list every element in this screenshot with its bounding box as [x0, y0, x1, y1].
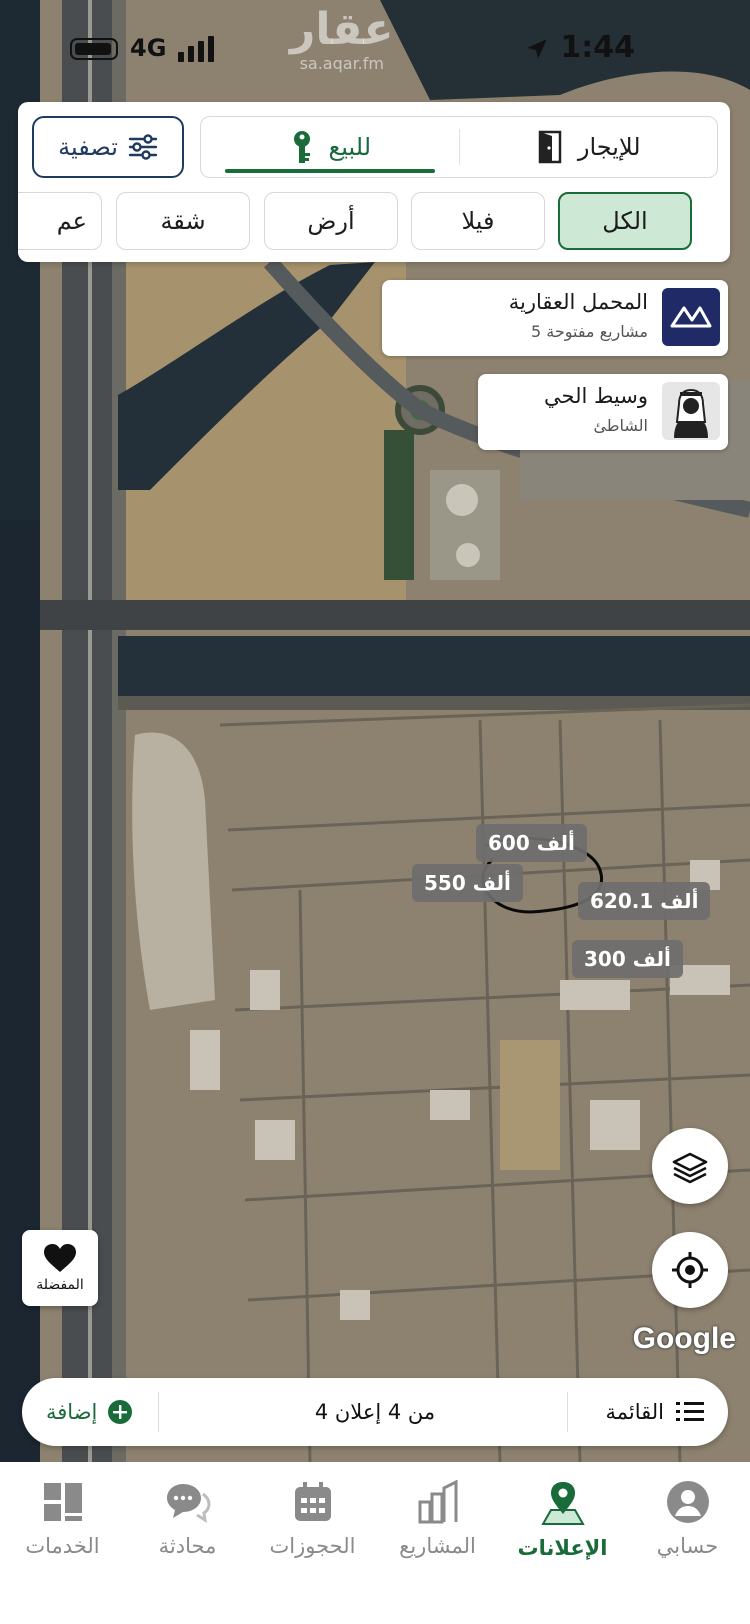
profile-icon	[666, 1481, 709, 1523]
door-icon	[538, 130, 562, 164]
crosshair-icon	[672, 1252, 708, 1288]
google-attribution: Google	[632, 1322, 736, 1355]
add-listing-button[interactable]: إضافة	[46, 1378, 133, 1446]
clock: 1:44	[560, 30, 635, 65]
price-marker-label: 620.1 ألف	[590, 889, 699, 913]
chip-building-label: عم	[56, 207, 87, 235]
price-marker[interactable]: 300 ألف	[572, 940, 683, 978]
filter-card: تصفية للإيجار للبيع الكل فيلا أرض شقة عم	[18, 102, 730, 262]
sliders-icon	[128, 134, 158, 160]
listing-type-segmented: للإيجار للبيع	[200, 116, 718, 178]
tab-bookings[interactable]: الحجوزات	[250, 1462, 375, 1624]
developer-logo	[662, 288, 720, 346]
developer-logo-icon	[670, 306, 712, 328]
tab-for-sale-label: للبيع	[328, 133, 371, 161]
watermark-logo: عقار	[290, 4, 394, 55]
bottom-tab-bar: حسابي الإعلانات المشاريع الحجوزات محادثة…	[0, 1462, 750, 1624]
chip-apartment[interactable]: شقة	[116, 192, 250, 250]
chip-all-label: الكل	[602, 207, 648, 235]
price-marker-label: 550 ألف	[424, 871, 511, 895]
price-marker-label: 300 ألف	[584, 947, 671, 971]
agent-title: وسيط الحي	[544, 384, 648, 408]
chip-building[interactable]: عم	[18, 192, 102, 250]
layers-icon	[672, 1152, 708, 1184]
chip-all[interactable]: الكل	[558, 192, 692, 250]
chat-icon	[166, 1484, 211, 1523]
developer-name: المحمل العقارية	[508, 290, 648, 314]
listing-action-bar: القائمة 4 من 4 إعلان إضافة	[22, 1378, 728, 1446]
add-listing-label: إضافة	[46, 1400, 98, 1424]
tab-for-rent-label: للإيجار	[577, 133, 641, 161]
map-pin-icon	[540, 1482, 585, 1525]
aqar-watermark: عقار sa.aqar.fm	[290, 4, 394, 74]
chip-apartment-label: شقة	[160, 207, 206, 235]
buildings-icon	[418, 1480, 457, 1524]
tab-services-label: الخدمات	[25, 1534, 100, 1558]
chip-villa[interactable]: فيلا	[411, 192, 545, 250]
tab-bookings-label: الحجوزات	[269, 1534, 356, 1558]
chip-land-label: أرض	[307, 207, 355, 235]
heart-icon	[44, 1244, 76, 1272]
price-marker[interactable]: 550 ألف	[412, 864, 523, 902]
tab-chat-label: محادثة	[158, 1534, 217, 1558]
network-type: 4G	[130, 34, 167, 62]
project-developer-card[interactable]: المحمل العقارية 5 مشاريع مفتوحة	[382, 280, 728, 356]
favorites-button[interactable]: المفضلة	[22, 1230, 98, 1306]
favorites-label: المفضلة	[36, 1277, 84, 1293]
watermark-url: sa.aqar.fm	[299, 54, 384, 73]
signal-icon	[178, 36, 222, 62]
tab-services[interactable]: الخدمات	[0, 1462, 125, 1624]
tab-listings-label: الإعلانات	[517, 1536, 608, 1560]
price-marker-label: 600 ألف	[488, 831, 575, 855]
agent-avatar	[662, 382, 720, 440]
developer-projects-count: 5 مشاريع مفتوحة	[531, 322, 648, 341]
filter-button[interactable]: تصفية	[32, 116, 184, 178]
chip-land[interactable]: أرض	[264, 192, 398, 250]
neighborhood-agent-card[interactable]: وسيط الحي الشاطئ	[478, 374, 728, 450]
category-chips: الكل فيلا أرض شقة عم	[18, 192, 730, 254]
tab-for-rent[interactable]: للإيجار	[460, 117, 718, 177]
tab-projects[interactable]: المشاريع	[375, 1462, 500, 1624]
battery-icon	[70, 38, 118, 60]
tab-listings[interactable]: الإعلانات	[500, 1462, 625, 1624]
price-marker[interactable]: 620.1 ألف	[578, 882, 711, 920]
tab-profile[interactable]: حسابي	[625, 1462, 750, 1624]
plus-circle-icon	[108, 1400, 133, 1424]
tab-projects-label: المشاريع	[399, 1534, 476, 1558]
grid-icon	[43, 1483, 82, 1521]
location-arrow-icon	[527, 39, 547, 59]
my-location-button[interactable]	[652, 1232, 728, 1308]
tab-profile-label: حسابي	[656, 1534, 719, 1558]
tab-for-sale[interactable]: للبيع	[201, 117, 459, 177]
tab-chat[interactable]: محادثة	[125, 1462, 250, 1624]
agent-area: الشاطئ	[593, 416, 648, 435]
key-icon	[294, 131, 311, 163]
filter-label: تصفية	[58, 133, 118, 161]
status-bar: 4G عقار sa.aqar.fm 1:44	[0, 0, 750, 100]
chip-villa-label: فيلا	[461, 207, 495, 235]
agent-avatar-icon	[674, 388, 708, 438]
price-marker[interactable]: 600 ألف	[476, 824, 587, 862]
map-layers-button[interactable]	[652, 1128, 728, 1204]
calendar-icon	[294, 1482, 331, 1521]
